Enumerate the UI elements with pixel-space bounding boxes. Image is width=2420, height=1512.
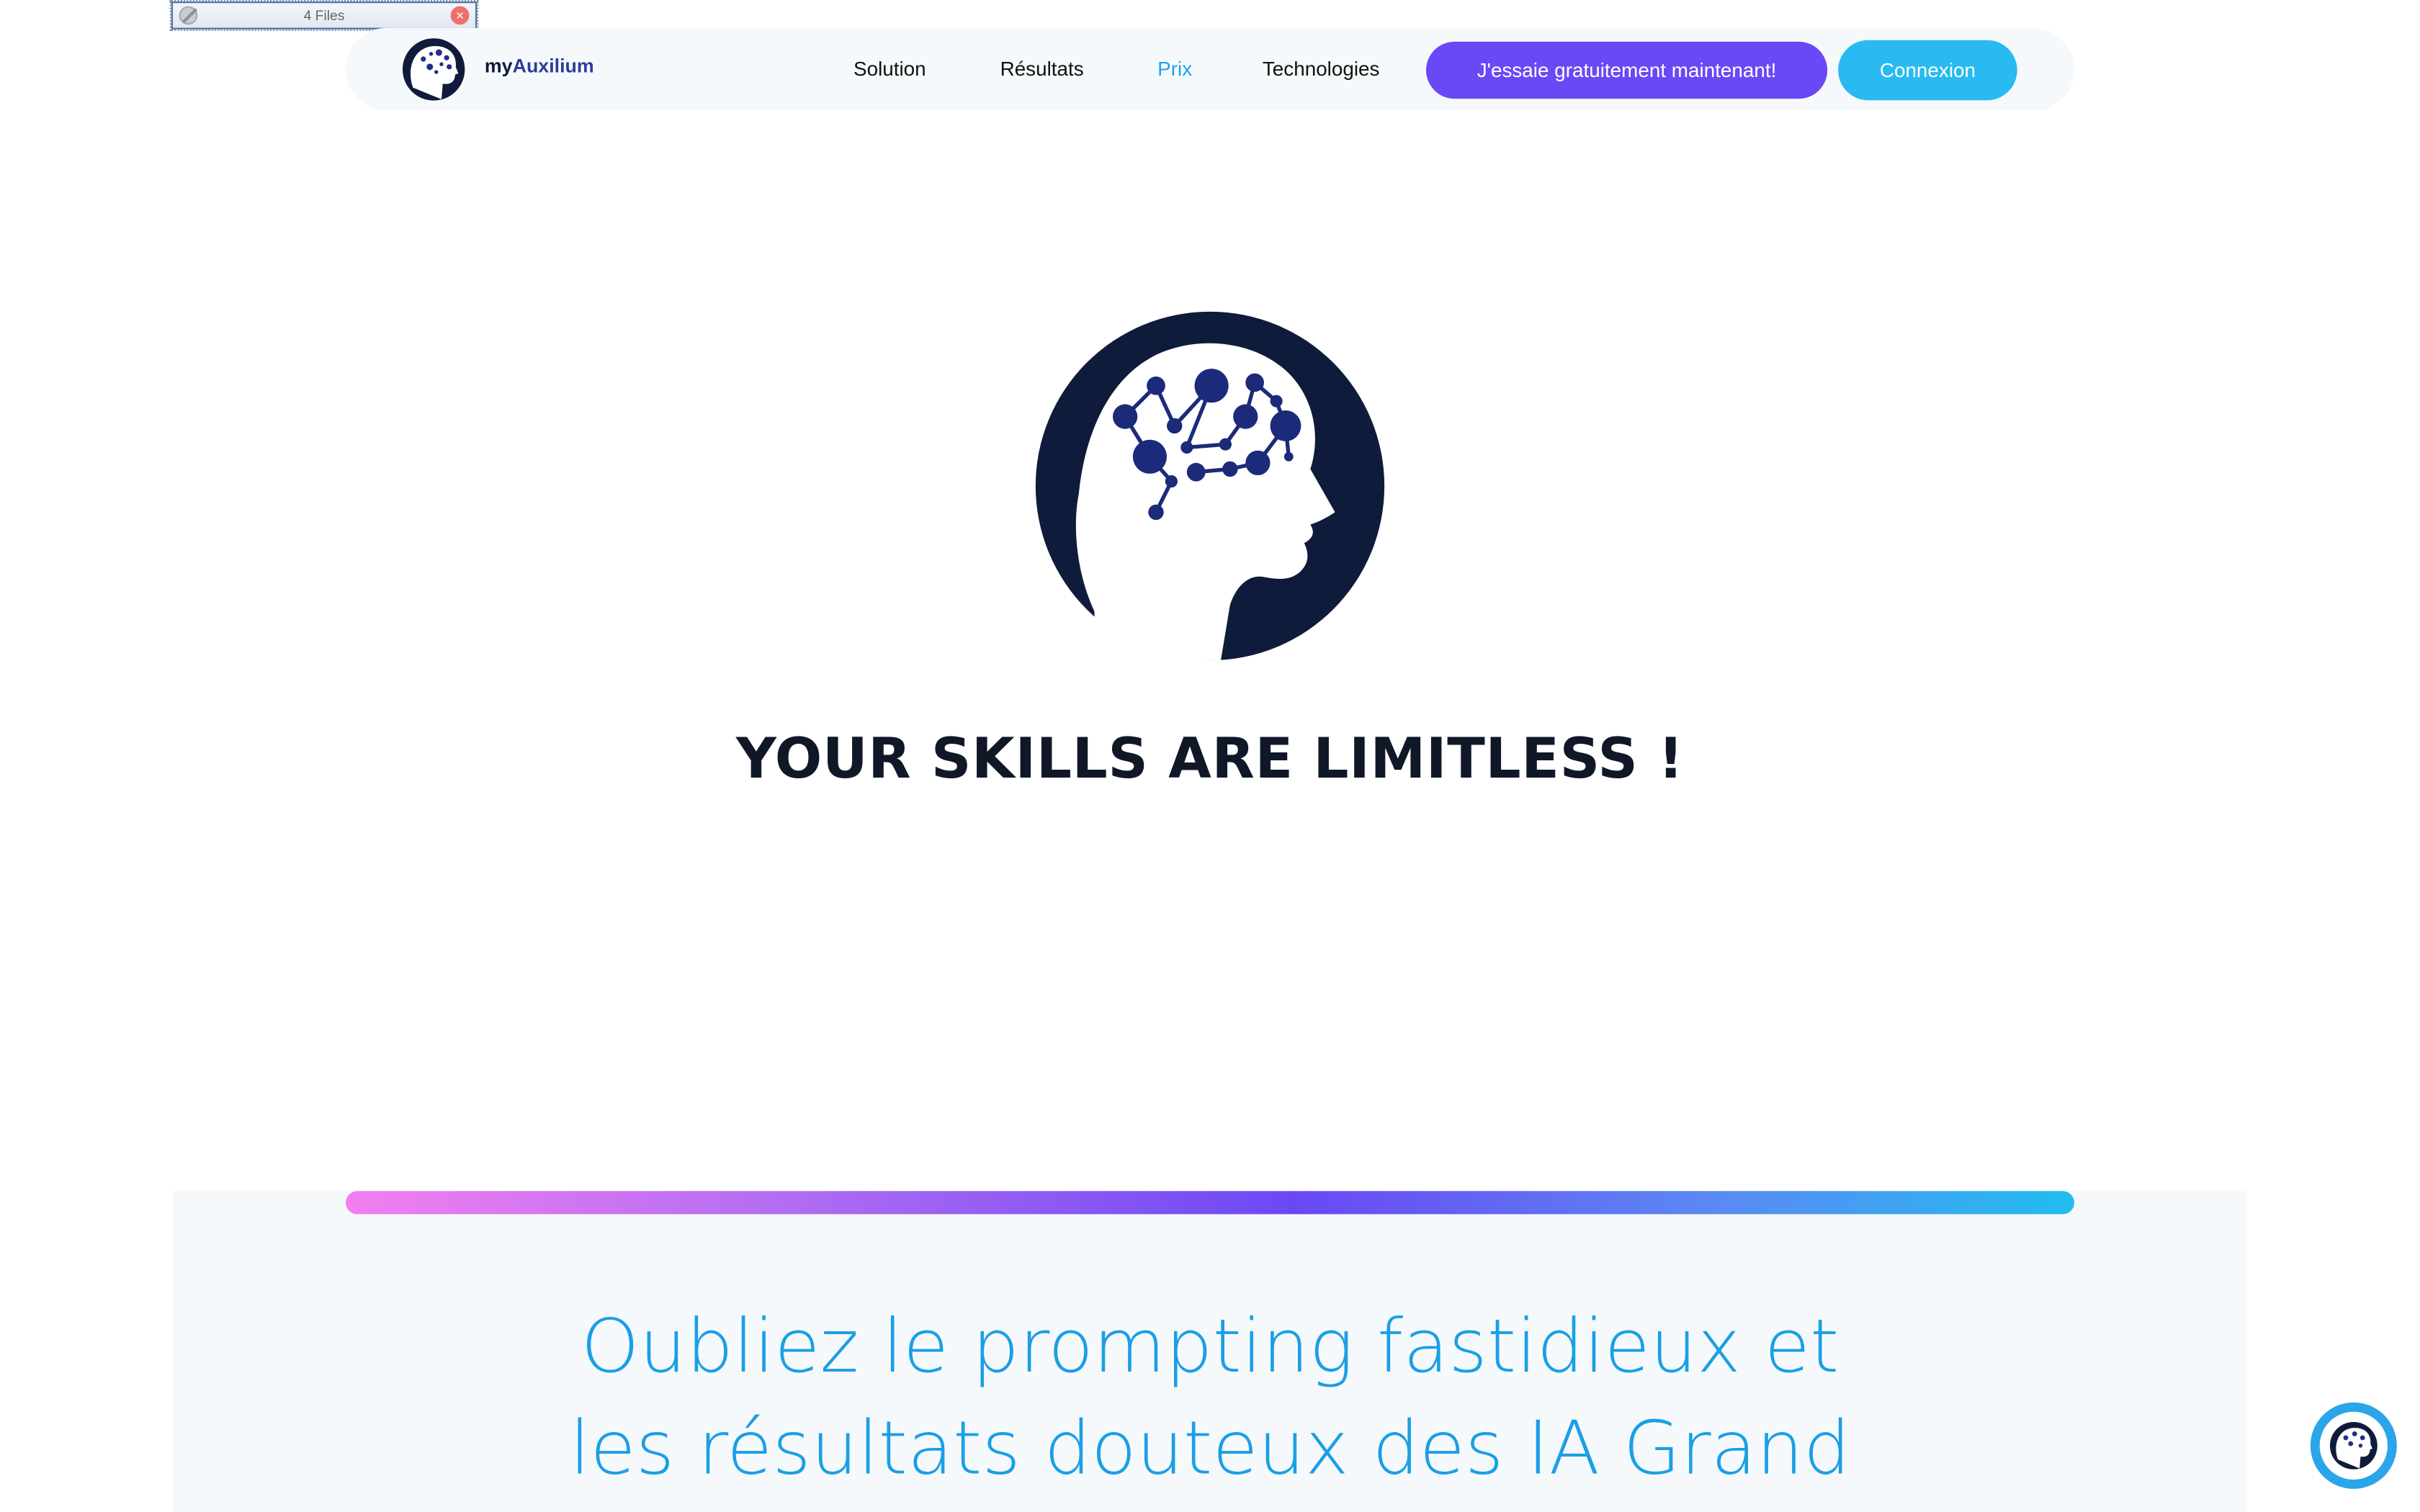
- section-headline: Oubliez le prompting fastidieux et les r…: [0, 1296, 2420, 1500]
- header-navbar: myAuxilium Solution Résultats Prix Techn…: [346, 27, 2074, 112]
- page: 4 Files × myAuxilium Solution Résultats …: [0, 0, 2420, 1512]
- file-count-label: 4 Files: [303, 7, 345, 24]
- brain-head-icon[interactable]: [401, 37, 466, 102]
- file-drop-widget[interactable]: 4 Files ×: [169, 0, 479, 31]
- nav-link-resultats[interactable]: Résultats: [1000, 57, 1084, 80]
- headline-line-2: les résultats douteux des IA Grand: [569, 1405, 1851, 1493]
- ban-icon[interactable]: [179, 6, 198, 25]
- brand-name[interactable]: myAuxilium: [485, 55, 594, 77]
- gradient-divider: [346, 1191, 2074, 1215]
- hero-tagline: YOUR SKILLS ARE LIMITLESS !: [736, 728, 1684, 792]
- nav-link-solution[interactable]: Solution: [853, 57, 926, 80]
- free-trial-button[interactable]: J'essaie gratuitement maintenant!: [1425, 41, 1828, 99]
- close-icon[interactable]: ×: [450, 6, 470, 25]
- brand-name-highlight: Auxilium: [512, 55, 594, 78]
- nav-link-prix[interactable]: Prix: [1157, 57, 1192, 80]
- nav-link-technologies[interactable]: Technologies: [1263, 57, 1380, 80]
- chat-widget-inner: [2319, 1411, 2388, 1480]
- chat-widget-button[interactable]: [2310, 1402, 2397, 1489]
- headline-line-1: Oubliez le prompting fastidieux et: [581, 1303, 1839, 1390]
- login-button[interactable]: Connexion: [1838, 40, 2017, 101]
- brand-name-prefix: my: [484, 55, 513, 78]
- brain-head-icon: [2329, 1421, 2378, 1470]
- brain-head-icon: [1035, 311, 1385, 661]
